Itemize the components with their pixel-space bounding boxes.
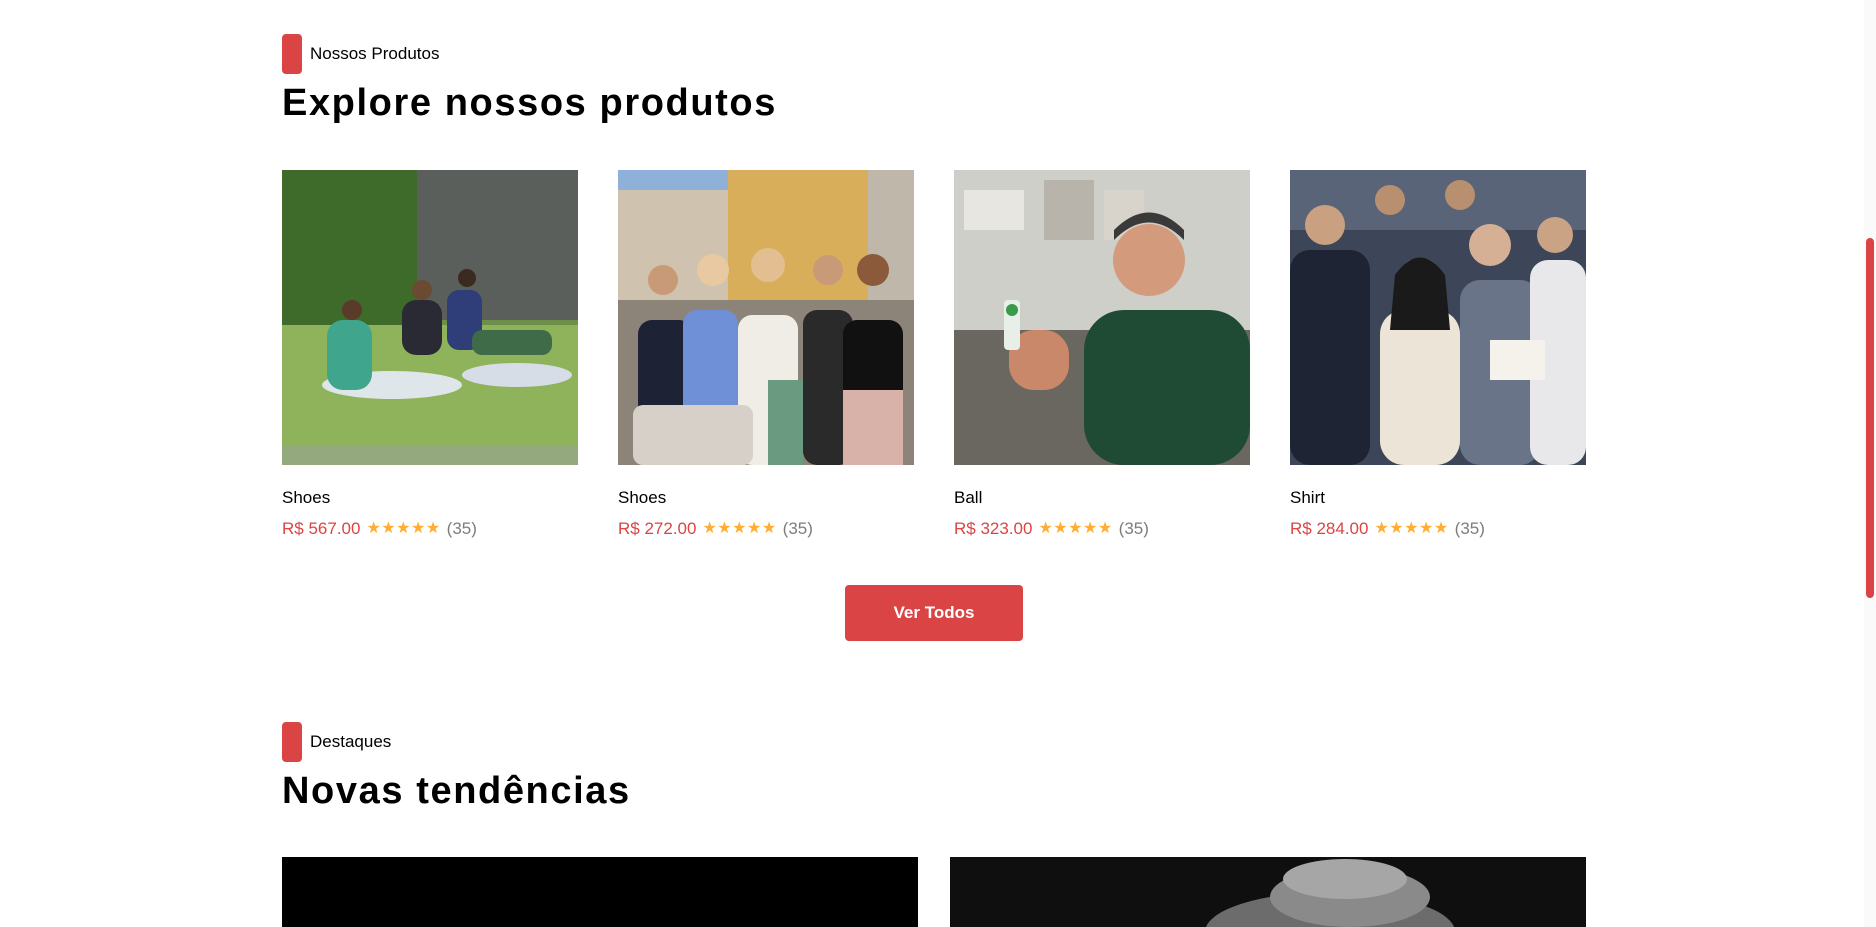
section-title: Explore nossos produtos (282, 82, 777, 124)
product-image[interactable] (954, 170, 1250, 465)
review-count: (35) (1118, 519, 1149, 538)
product-image[interactable] (282, 170, 578, 465)
star-icon: ★ (366, 520, 382, 537)
section-title: Novas tendências (282, 770, 631, 812)
product-price: R$ 323.00 (954, 519, 1033, 538)
scrollbar[interactable] (1864, 0, 1876, 927)
product-image[interactable] (1290, 170, 1586, 465)
star-icon: ★ (1433, 520, 1449, 537)
product-meta: R$ 272.00 ★ ★ ★ ★ ★ (35) (618, 518, 914, 540)
star-icon: ★ (1097, 520, 1113, 537)
product-meta: R$ 284.00 ★ ★ ★ ★ ★ (35) (1290, 518, 1586, 540)
star-icon: ★ (1374, 520, 1390, 537)
product-price: R$ 284.00 (1290, 519, 1369, 538)
tag-marker (282, 722, 302, 762)
product-meta: R$ 567.00 ★ ★ ★ ★ ★ (35) (282, 518, 578, 540)
product-name[interactable]: Ball (954, 487, 1250, 509)
product-card[interactable]: Ball R$ 323.00 ★ ★ ★ ★ ★ (35) (954, 170, 1250, 540)
star-icon: ★ (410, 520, 426, 537)
star-icon: ★ (746, 520, 762, 537)
star-icon: ★ (1389, 520, 1405, 537)
product-card[interactable]: Shoes R$ 567.00 ★ ★ ★ ★ ★ (35) (282, 170, 578, 540)
product-grid: Shoes R$ 567.00 ★ ★ ★ ★ ★ (35) Shoes R$ … (282, 170, 1586, 550)
product-name[interactable]: Shoes (618, 487, 914, 509)
featured-banner[interactable] (950, 857, 1586, 927)
section-tag-label: Nossos Produtos (310, 44, 440, 63)
tag-marker (282, 34, 302, 74)
section-tag-label: Destaques (310, 732, 392, 751)
section-tag: Destaques (282, 722, 391, 762)
star-icon: ★ (717, 520, 733, 537)
product-name[interactable]: Shirt (1290, 487, 1586, 509)
rating-stars: ★ ★ ★ ★ ★ (1374, 518, 1448, 540)
review-count: (35) (1454, 519, 1485, 538)
product-card[interactable]: Shirt R$ 284.00 ★ ★ ★ ★ ★ (35) (1290, 170, 1586, 540)
star-icon: ★ (1053, 520, 1069, 537)
star-icon: ★ (1404, 520, 1419, 537)
star-icon: ★ (1038, 520, 1054, 537)
star-icon: ★ (761, 520, 777, 537)
product-name[interactable]: Shoes (282, 487, 578, 509)
star-icon: ★ (396, 520, 411, 537)
product-card[interactable]: Shoes R$ 272.00 ★ ★ ★ ★ ★ (35) (618, 170, 914, 540)
product-price: R$ 567.00 (282, 519, 361, 538)
product-image[interactable] (618, 170, 914, 465)
product-price: R$ 272.00 (618, 519, 697, 538)
star-icon: ★ (425, 520, 441, 537)
featured-banner[interactable] (282, 857, 918, 927)
star-icon: ★ (1418, 520, 1434, 537)
hat-image (950, 857, 1586, 927)
rating-stars: ★ ★ ★ ★ ★ (366, 518, 440, 540)
star-icon: ★ (381, 520, 397, 537)
star-icon: ★ (702, 520, 718, 537)
star-icon: ★ (1068, 520, 1083, 537)
product-meta: R$ 323.00 ★ ★ ★ ★ ★ (35) (954, 518, 1250, 540)
star-icon: ★ (1082, 520, 1098, 537)
scrollbar-thumb[interactable] (1866, 238, 1874, 598)
section-tag: Nossos Produtos (282, 34, 439, 74)
view-all-button[interactable]: Ver Todos (845, 585, 1023, 641)
star-icon: ★ (732, 520, 747, 537)
rating-stars: ★ ★ ★ ★ ★ (702, 518, 776, 540)
review-count: (35) (446, 519, 477, 538)
review-count: (35) (782, 519, 813, 538)
rating-stars: ★ ★ ★ ★ ★ (1038, 518, 1112, 540)
page-content: Nossos Produtos Explore nossos produtos (282, 0, 1586, 927)
